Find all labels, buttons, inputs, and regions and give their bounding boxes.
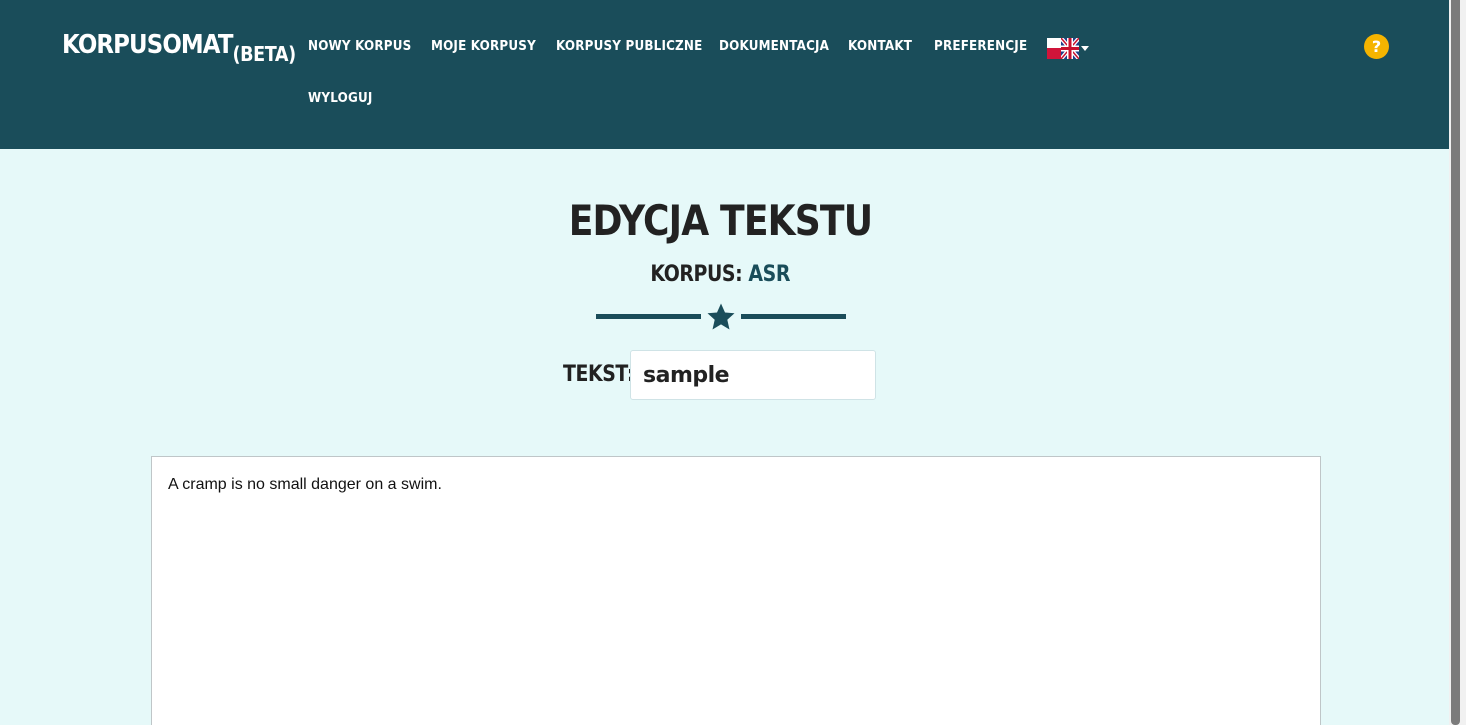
brand-name: KORPUSOMAT [62,30,233,60]
corpus-subtitle: KORPUS: ASR [0,262,1441,287]
corpus-name-link[interactable]: ASR [749,262,791,287]
nav-item-preferencje[interactable]: PREFERENCJE [934,39,1027,54]
page: KORPUSOMAT(BETA) NOWY KORPUS MOJE KORPUS… [0,0,1466,725]
star-icon [707,303,735,330]
text-editor[interactable]: A cramp is no small danger on a swim. [151,456,1321,725]
scrollbar-thumb[interactable] [1451,0,1460,725]
help-icon[interactable]: ? [1364,34,1389,59]
language-dropdown-caret-icon[interactable] [1081,46,1089,51]
nav-item-korpusy-publiczne[interactable]: KORPUSY PUBLICZNE [556,39,702,54]
page-title: EDYCJA TEKSTU [0,196,1441,245]
nav-item-kontakt[interactable]: KONTAKT [848,39,912,54]
page-scrollbar[interactable] [1449,0,1466,725]
nav-item-moje-korpusy[interactable]: MOJE KORPUSY [431,39,536,54]
editor-content: A cramp is no small danger on a swim. [168,476,442,493]
nav-item-wyloguj[interactable]: WYLOGUJ [308,91,372,106]
language-flag-icon[interactable] [1047,38,1079,59]
divider-line-left [596,314,701,319]
nav-item-nowy-korpus[interactable]: NOWY KORPUS [308,39,411,54]
nav-item-dokumentacja[interactable]: DOKUMENTACJA [719,39,829,54]
brand-beta: (BETA) [232,42,297,66]
page-title-text: EDYCJA TEKSTU [568,196,873,245]
corpus-label: KORPUS: [650,262,743,287]
text-name-label: TEKST: [563,362,634,387]
text-name-input[interactable] [630,350,876,400]
divider-line-right [741,314,846,319]
uk-flag-icon [1061,38,1079,59]
top-navbar: KORPUSOMAT(BETA) NOWY KORPUS MOJE KORPUS… [0,0,1449,149]
brand-logo[interactable]: KORPUSOMAT(BETA) [62,30,296,66]
